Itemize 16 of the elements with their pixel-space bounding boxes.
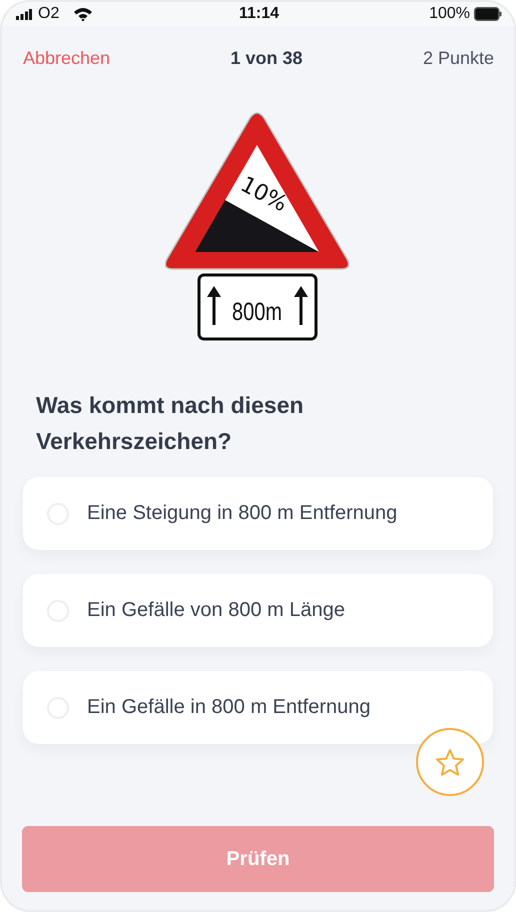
- battery-icon: [474, 7, 502, 21]
- answer-option[interactable]: Ein Gefälle von 800 m Länge: [23, 574, 493, 647]
- answer-option[interactable]: Ein Gefälle in 800 m Entfernung: [23, 671, 493, 744]
- grade-label: 10%: [236, 172, 292, 218]
- wifi-icon: [73, 7, 94, 21]
- points-count: 2 Punkte: [422, 48, 494, 68]
- carrier-name: O2: [38, 5, 60, 23]
- up-arrow-icon: [294, 286, 308, 325]
- up-arrow-icon: [207, 286, 221, 325]
- clock-time: 11:14: [238, 5, 280, 23]
- distance-label: 800m: [232, 298, 282, 326]
- answer-option[interactable]: Eine Steigung in 800 m Entfernung: [23, 477, 493, 550]
- battery-percentage: 100%: [429, 5, 470, 23]
- star-icon: [435, 748, 465, 776]
- question-text: Was kommt nach diesen Verkehrszeichen?: [36, 391, 305, 456]
- signal-icon: [16, 8, 32, 20]
